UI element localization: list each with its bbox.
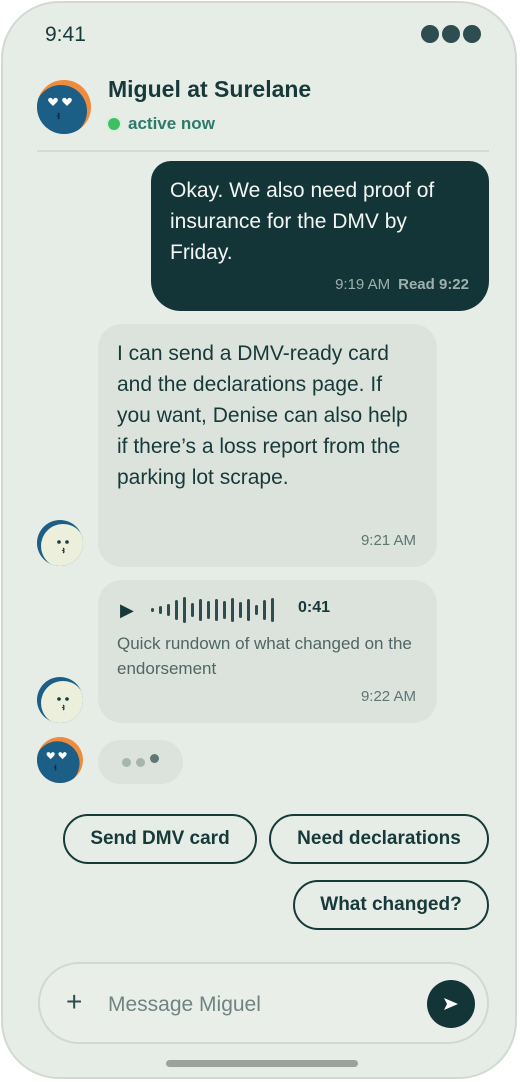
voice-message[interactable]: ▶ 0:41 Quick rundown of what changed on … bbox=[98, 580, 437, 723]
plus-icon[interactable]: + bbox=[66, 986, 82, 1018]
status-dots-icon bbox=[421, 25, 481, 43]
outgoing-message[interactable]: Okay. We also need proof of insurance fo… bbox=[151, 161, 489, 311]
quick-reply-what-changed[interactable]: What changed? bbox=[293, 880, 489, 930]
quick-reply-need-declarations[interactable]: Need declarations bbox=[269, 814, 489, 864]
send-icon bbox=[444, 998, 458, 1010]
message-meta: 9:19 AM Read 9:22 bbox=[335, 276, 469, 293]
send-button[interactable] bbox=[427, 980, 475, 1028]
agent-avatar[interactable] bbox=[37, 677, 83, 723]
message-time: 9:21 AM bbox=[360, 532, 416, 549]
active-dot-icon bbox=[106, 116, 122, 132]
waveform-icon[interactable] bbox=[151, 597, 281, 623]
voice-caption: Quick rundown of what changed on the end… bbox=[117, 634, 412, 678]
quick-reply-send-dmv-card[interactable]: Send DMV card bbox=[63, 814, 257, 864]
header-divider bbox=[37, 150, 489, 152]
read-receipt: Read 9:22 bbox=[398, 276, 469, 293]
header-avatar-typing[interactable] bbox=[37, 737, 83, 783]
home-indicator[interactable] bbox=[166, 1060, 358, 1067]
phone-frame: 9:41 Miguel at Surelane active now Okay.… bbox=[1, 1, 517, 1079]
message-composer: + bbox=[38, 962, 489, 1044]
message-time: 9:22 AM bbox=[360, 688, 416, 705]
status-time: 9:41 bbox=[45, 23, 86, 46]
header-avatar[interactable] bbox=[37, 80, 91, 134]
message-text: I can send a DMV-ready card and the decl… bbox=[117, 342, 408, 489]
typing-dot bbox=[150, 753, 159, 763]
message-time: 9:19 AM bbox=[335, 276, 391, 293]
message-text: Okay. We also need proof of insurance fo… bbox=[170, 179, 435, 264]
incoming-message[interactable]: I can send a DMV-ready card and the decl… bbox=[98, 324, 437, 567]
typing-dot bbox=[136, 757, 145, 767]
presence-status: active now bbox=[106, 114, 215, 134]
contact-name: Miguel at Surelane bbox=[108, 76, 312, 102]
typing-indicator bbox=[98, 740, 183, 784]
typing-dot bbox=[122, 757, 131, 767]
message-input[interactable] bbox=[106, 989, 410, 1021]
presence-label: active now bbox=[128, 114, 215, 133]
agent-avatar[interactable] bbox=[37, 520, 83, 566]
play-icon[interactable]: ▶ bbox=[120, 600, 134, 621]
voice-duration: 0:41 bbox=[298, 599, 331, 616]
